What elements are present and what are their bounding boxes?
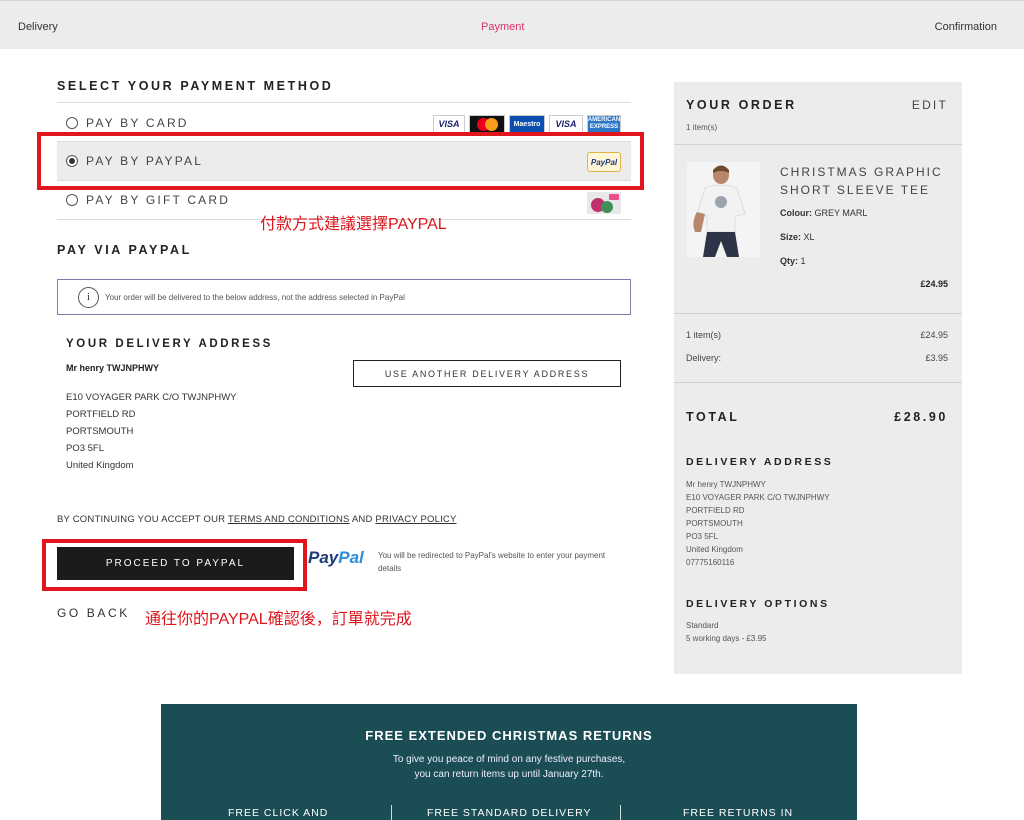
address-line: PORTFIELD RD xyxy=(66,409,136,420)
address-line: PO3 5FL xyxy=(66,443,105,454)
terms-prefix: BY CONTINUING YOU ACCEPT OUR xyxy=(57,514,226,525)
annotation-highlight-paypal xyxy=(37,132,644,190)
annotation-confirm-order: 通往你的PAYPAL確認後，訂單就完成 xyxy=(145,611,412,628)
banner-subtitle: To give you peace of mind on any festive… xyxy=(161,752,857,782)
visa-logo-icon: VISA xyxy=(433,115,465,133)
mastercard-logo-icon xyxy=(469,115,505,133)
summary-delivery-address-title: DELIVERY ADDRESS xyxy=(686,456,834,468)
product-colour: Colour: GREY MARL xyxy=(780,208,867,218)
amex-logo-icon: AMERICAN EXPRESS xyxy=(587,115,621,133)
address-line: E10 VOYAGER PARK C/O TWJNPHWY xyxy=(66,392,237,403)
banner-title: FREE EXTENDED CHRISTMAS RETURNS xyxy=(365,728,653,743)
product-price: £24.95 xyxy=(920,279,948,289)
banner-subtitle-line: you can return items up until January 27… xyxy=(414,769,604,780)
pay-by-card-label: PAY BY CARD xyxy=(86,116,189,130)
step-payment: Payment xyxy=(481,21,525,33)
redirect-notice: You will be redirected to PayPal's websi… xyxy=(378,551,606,573)
paypal-logo-pay: Pay xyxy=(308,548,339,567)
product-qty: Qty: 1 xyxy=(780,256,806,266)
size-label: Size: xyxy=(780,232,802,242)
subtotal-value: £24.95 xyxy=(920,330,948,340)
terms-notice: BY CONTINUING YOU ACCEPT OUR TERMS AND C… xyxy=(57,514,457,525)
paypal-info-box: i Your order will be delivered to the be… xyxy=(57,279,631,315)
pay-by-gift-card-radio[interactable] xyxy=(66,194,78,206)
divider xyxy=(57,102,631,103)
summary-address-line: United Kingdom xyxy=(686,545,743,554)
address-line: United Kingdom xyxy=(66,460,134,471)
terms-link[interactable]: TERMS AND CONDITIONS xyxy=(228,514,350,525)
pay-by-card-radio[interactable] xyxy=(66,117,78,129)
summary-address-line: E10 VOYAGER PARK C/O TWJNPHWY xyxy=(686,493,830,502)
banner-col-standard-delivery: FREE STANDARD DELIVERY xyxy=(427,807,592,819)
address-line: PORTSMOUTH xyxy=(66,426,134,437)
visa-debit-logo-icon: VISA xyxy=(549,115,583,133)
subtotal-label: 1 item(s) xyxy=(686,330,722,340)
info-icon: i xyxy=(78,287,99,308)
step-delivery[interactable]: Delivery xyxy=(18,21,58,33)
divider xyxy=(674,144,962,145)
gift-card-thumbnail-icon xyxy=(587,192,621,214)
go-back-link[interactable]: GO BACK xyxy=(57,606,130,620)
payment-method-title: SELECT YOUR PAYMENT METHOD xyxy=(57,79,334,93)
order-summary: YOUR ORDER EDIT 1 item(s) CHRISTMAS GRAP… xyxy=(674,82,962,674)
delivery-address-title: YOUR DELIVERY ADDRESS xyxy=(66,338,273,350)
paypal-logo-pal: Pal xyxy=(338,548,364,567)
product-image xyxy=(687,162,760,257)
summary-address-line: PO3 5FL xyxy=(686,532,719,541)
delivery-option-detail: 5 working days - £3.95 xyxy=(686,634,767,643)
paypal-info-text: Your order will be delivered to the belo… xyxy=(105,293,405,302)
qty-value: 1 xyxy=(800,256,806,266)
step-confirmation: Confirmation xyxy=(934,21,997,33)
returns-banner: FREE EXTENDED CHRISTMAS RETURNS To give … xyxy=(161,704,857,820)
product-size: Size: XL xyxy=(780,232,815,242)
divider xyxy=(620,805,621,820)
edit-order-link[interactable]: EDIT xyxy=(912,98,948,112)
delivery-cost-value: £3.95 xyxy=(925,353,948,363)
banner-subtitle-line: To give you peace of mind on any festive… xyxy=(392,754,626,765)
delivery-option: Standard 5 working days - £3.95 xyxy=(686,619,767,645)
privacy-policy-link[interactable]: PRIVACY POLICY xyxy=(375,514,456,525)
order-item-count: 1 item(s) xyxy=(686,123,718,132)
qty-label: Qty: xyxy=(780,256,798,266)
colour-label: Colour: xyxy=(780,208,812,218)
divider xyxy=(391,805,392,820)
paypal-logo-icon: PayPal xyxy=(308,548,364,568)
banner-col-free-returns: FREE RETURNS IN xyxy=(683,807,794,819)
colour-value: GREY MARL xyxy=(814,208,868,218)
divider xyxy=(674,313,962,314)
summary-phone: 07775160116 xyxy=(686,558,735,567)
delivery-options-title: DELIVERY OPTIONS xyxy=(686,598,830,610)
pay-via-paypal-title: PAY VIA PAYPAL xyxy=(57,243,192,257)
pay-by-gift-card-label: PAY BY GIFT CARD xyxy=(86,193,231,207)
total-value: £28.90 xyxy=(894,410,948,424)
summary-address: Mr henry TWJNPHWY E10 VOYAGER PARK C/O T… xyxy=(686,478,830,569)
total-label: TOTAL xyxy=(686,410,740,424)
product-name[interactable]: CHRISTMAS GRAPHIC SHORT SLEEVE TEE xyxy=(780,163,950,199)
maestro-logo-icon: Maestro xyxy=(509,115,545,133)
size-value: XL xyxy=(803,232,815,242)
address-name: Mr henry TWJNPHWY xyxy=(66,363,160,373)
delivery-cost-label: Delivery: xyxy=(686,353,722,363)
banner-col-click-collect: FREE CLICK AND xyxy=(228,807,329,819)
divider xyxy=(674,382,962,383)
annotation-highlight-proceed xyxy=(42,539,307,591)
terms-and: AND xyxy=(351,514,373,525)
card-logos: VISA Maestro VISA AMERICAN EXPRESS xyxy=(433,115,621,133)
summary-address-line: PORTFIELD RD xyxy=(686,506,745,515)
checkout-steps: Delivery Payment Confirmation xyxy=(0,0,1024,49)
address-lines: E10 VOYAGER PARK C/O TWJNPHWY PORTFIELD … xyxy=(66,389,237,474)
annotation-choose-paypal: 付款方式建議選擇PAYPAL xyxy=(260,216,447,233)
your-order-title: YOUR ORDER xyxy=(686,98,797,112)
summary-address-line: PORTSMOUTH xyxy=(686,519,743,528)
summary-address-line: Mr henry TWJNPHWY xyxy=(686,480,766,489)
delivery-option-name: Standard xyxy=(686,621,719,630)
use-another-address-button[interactable]: USE ANOTHER DELIVERY ADDRESS xyxy=(353,360,621,387)
